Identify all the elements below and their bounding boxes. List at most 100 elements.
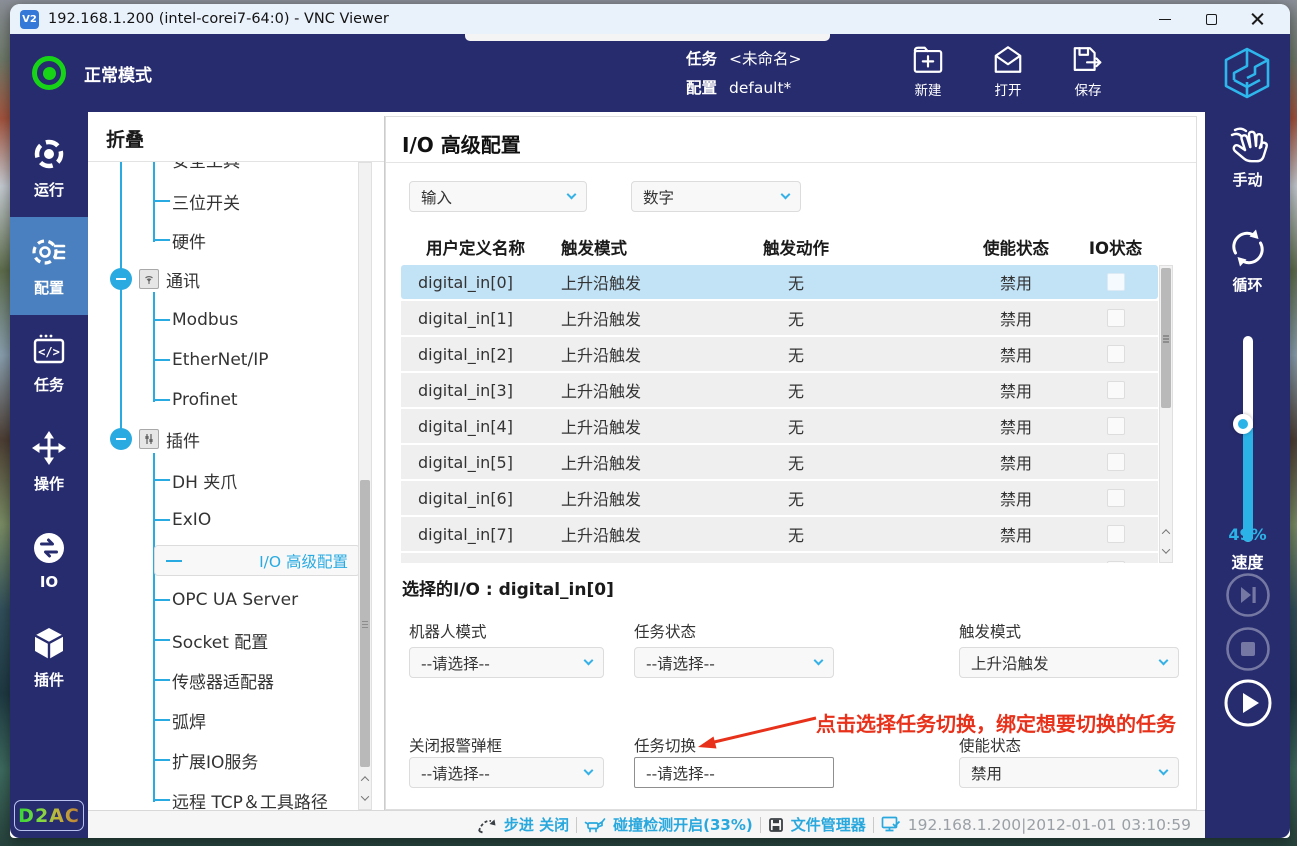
io-type-select[interactable]: 数字 <box>631 181 801 212</box>
sidebar-item-operate[interactable]: 操作 <box>10 413 88 511</box>
tree-item-three-position-switch[interactable]: 三位开关 <box>154 186 360 216</box>
divider <box>576 816 578 833</box>
robot-mode-select[interactable]: --请选择-- <box>409 647 604 678</box>
enable-state-select[interactable]: 禁用 <box>959 757 1179 788</box>
close-alarm-select[interactable]: --请选择-- <box>409 757 604 788</box>
io-state-checkbox[interactable] <box>1106 561 1125 563</box>
manual-label: 手动 <box>1232 171 1263 189</box>
config-tree: 安全工具 三位开关 硬件 通讯 Modbus EtherNet/IP Profi… <box>88 162 384 810</box>
tree-node-plugins[interactable]: 插件 <box>110 424 200 454</box>
table-row-digital-in-7[interactable]: digital_in[7] 上升沿触发 无 禁用 <box>401 517 1158 551</box>
tree-item-io-advanced-config[interactable]: I/O 高级配置 <box>154 545 360 576</box>
tree-item-sensor-adapter[interactable]: 传感器适配器 <box>154 665 360 695</box>
sidebar-item-run[interactable]: 运行 <box>10 119 88 217</box>
chevron-down-icon <box>360 791 370 801</box>
table-scrollbar[interactable] <box>1159 265 1173 563</box>
tree-item-remote-tcp-tool-path[interactable]: 远程 TCP＆工具路径 <box>154 785 360 811</box>
stop-button[interactable] <box>1225 626 1271 676</box>
tree-scrollbar-thumb[interactable] <box>360 480 370 767</box>
io-state-checkbox[interactable] <box>1106 381 1125 399</box>
sidebar-item-config[interactable]: 配置 <box>10 217 88 315</box>
table-scroll-down-button[interactable] <box>1160 542 1172 559</box>
tree-item-profinet[interactable]: Profinet <box>154 385 360 415</box>
collapse-minus-icon[interactable] <box>110 428 132 450</box>
table-row-digital-in-4[interactable]: digital_in[4] 上升沿触发 无 禁用 <box>401 409 1158 443</box>
io-state-checkbox[interactable] <box>1106 453 1125 471</box>
io-state-checkbox[interactable] <box>1106 489 1125 507</box>
io-state-checkbox[interactable] <box>1106 309 1125 327</box>
new-button[interactable]: 新建 <box>895 44 961 99</box>
cycle-arrows-icon <box>1231 229 1264 267</box>
speed-value: 49% <box>1228 525 1267 544</box>
tree-item-ethernet-ip[interactable]: EtherNet/IP <box>154 345 360 375</box>
close-button[interactable] <box>1234 4 1280 34</box>
speed-slider[interactable] <box>1233 336 1253 542</box>
collision-status[interactable]: 碰撞检测开启(33%) <box>613 814 753 835</box>
table-row-digital-in-8[interactable]: digital_in[8] 上升沿触发 无 禁用 <box>401 553 1158 563</box>
cycle-mode-button[interactable]: 循环 <box>1205 227 1290 295</box>
close-icon <box>1251 13 1264 26</box>
open-button[interactable]: 打开 <box>975 44 1041 99</box>
tree-item-exio[interactable]: ExIO <box>154 505 360 535</box>
io-direction-select[interactable]: 输入 <box>409 181 587 212</box>
tree-node-communication[interactable]: 通讯 <box>110 264 200 294</box>
table-row-digital-in-6[interactable]: digital_in[6] 上升沿触发 无 禁用 <box>401 481 1158 515</box>
open-icon <box>994 46 1022 73</box>
play-button[interactable] <box>1223 678 1273 732</box>
tree-scroll-up-button[interactable] <box>359 770 371 787</box>
tree-item-safety-tools[interactable]: 安全工具 <box>154 162 360 174</box>
step-status[interactable]: 步进 关闭 <box>504 814 569 835</box>
tree-scrollbar[interactable] <box>358 162 372 810</box>
maximize-button[interactable] <box>1188 4 1234 34</box>
chevron-down-icon <box>1158 765 1169 776</box>
table-row-digital-in-5[interactable]: digital_in[5] 上升沿触发 无 禁用 <box>401 445 1158 479</box>
minimize-button[interactable] <box>1142 4 1188 34</box>
file-manager-link[interactable]: 文件管理器 <box>791 814 866 835</box>
speed-slider-handle[interactable] <box>1233 414 1253 434</box>
io-state-checkbox[interactable] <box>1106 345 1125 363</box>
annotation-text: 点击选择任务切换，绑定想要切换的任务 <box>816 712 1176 736</box>
tree-item-socket-config[interactable]: Socket 配置 <box>154 625 360 655</box>
table-row-digital-in-2[interactable]: digital_in[2] 上升沿触发 无 禁用 <box>401 337 1158 371</box>
chevron-down-icon <box>813 655 824 666</box>
manual-mode-button[interactable]: 手动 <box>1205 126 1290 190</box>
tree-scroll-down-button[interactable] <box>359 789 371 806</box>
chevron-up-icon <box>1161 528 1171 538</box>
tree-spine-line <box>120 162 122 441</box>
table-row-digital-in-0[interactable]: digital_in[0] 上升沿触发 无 禁用 <box>401 265 1158 299</box>
table-scrollbar-thumb[interactable] <box>1161 268 1171 408</box>
save-button[interactable]: 保存 <box>1055 44 1121 99</box>
tree-item-opc-ua-server[interactable]: OPC UA Server <box>154 585 360 615</box>
chevron-down-icon <box>780 189 791 200</box>
io-state-checkbox[interactable] <box>1106 417 1125 435</box>
collapse-tree-button[interactable]: 折叠 <box>88 116 384 162</box>
task-state-select[interactable]: --请选择-- <box>634 647 834 678</box>
table-row-digital-in-1[interactable]: digital_in[1] 上升沿触发 无 禁用 <box>401 301 1158 335</box>
tree-item-dh-gripper[interactable]: DH 夹爪 <box>154 465 360 495</box>
sidebar-label-config: 配置 <box>33 279 64 297</box>
trigger-mode-select[interactable]: 上升沿触发 <box>959 647 1179 678</box>
table-row-digital-in-3[interactable]: digital_in[3] 上升沿触发 无 禁用 <box>401 373 1158 407</box>
tree-item-modbus[interactable]: Modbus <box>154 305 360 335</box>
svg-text:</>: </> <box>38 345 60 359</box>
save-label: 保存 <box>1074 83 1102 99</box>
io-state-checkbox[interactable] <box>1106 273 1125 291</box>
tree-item-hardware[interactable]: 硬件 <box>154 225 360 255</box>
sidebar-item-plugin[interactable]: 插件 <box>10 609 88 707</box>
task-switch-select[interactable]: --请选择-- <box>634 757 834 788</box>
skip-next-button[interactable] <box>1225 572 1271 622</box>
io-advanced-config-panel: I/O 高级配置 输入 数字 用户定义名称 触发模式 触发动作 使能状态 IO状… <box>385 116 1197 810</box>
vnc-toolbar-tab[interactable] <box>465 34 830 41</box>
collapse-minus-icon[interactable] <box>110 268 132 290</box>
window-titlebar[interactable]: V2 192.168.1.200 (intel-corei7-64:0) - V… <box>10 4 1290 34</box>
tree-item-extended-io-service[interactable]: 扩展IO服务 <box>154 745 360 775</box>
minimize-icon <box>1159 18 1171 20</box>
sidebar-item-task[interactable]: </> 任务 <box>10 315 88 413</box>
brand-logo-icon <box>1220 46 1274 104</box>
tree-item-arc-welding[interactable]: 弧焊 <box>154 705 360 735</box>
ip-and-time: 192.168.1.200|2012-01-01 03:10:59 <box>907 815 1191 834</box>
io-state-checkbox[interactable] <box>1106 525 1125 543</box>
move-arrows-icon <box>32 431 66 465</box>
table-scroll-up-button[interactable] <box>1160 523 1172 540</box>
sidebar-item-io[interactable]: IO <box>10 511 88 609</box>
